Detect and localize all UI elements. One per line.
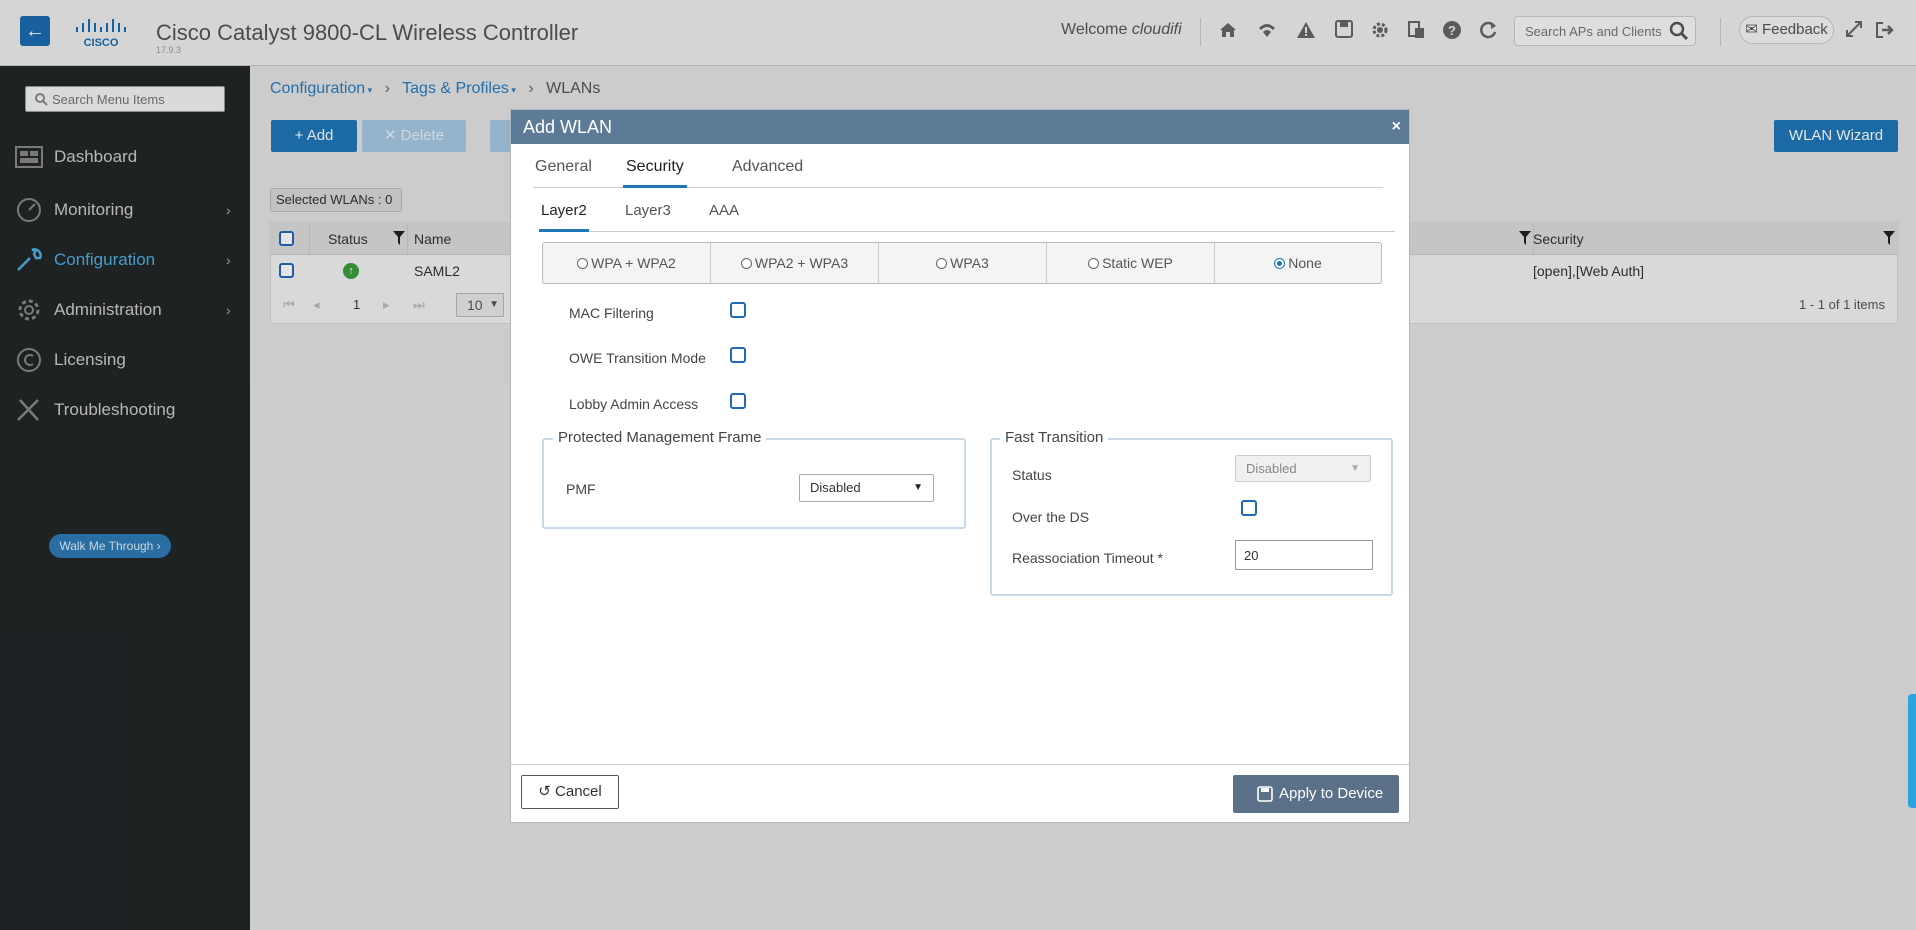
subtab-layer2[interactable]: Layer2: [539, 202, 589, 232]
cancel-button[interactable]: ↺ Cancel: [521, 775, 619, 809]
apply-to-device-button[interactable]: Apply to Device: [1233, 775, 1399, 813]
radio-button[interactable]: [1088, 258, 1100, 269]
add-wlan-dialog: Add WLAN × General Security Advanced Lay…: [510, 109, 1410, 823]
radio-wpa-wpa2[interactable]: WPA + WPA2: [543, 243, 711, 283]
reassoc-timeout-label: Reassociation Timeout *: [1012, 550, 1163, 566]
close-icon[interactable]: ×: [1392, 110, 1401, 144]
radio-label: WPA2 + WPA3: [754, 255, 849, 271]
radio-button-selected[interactable]: [1274, 258, 1286, 269]
tab-security[interactable]: Security: [623, 158, 687, 188]
radio-button[interactable]: [740, 258, 752, 269]
fast-transition-fieldset: Fast Transition Status Disabled ▼ Over t…: [990, 429, 1393, 596]
tab-advanced[interactable]: Advanced: [732, 158, 803, 188]
radio-wpa2-wpa3[interactable]: WPA2 + WPA3: [711, 243, 879, 283]
cancel-label: Cancel: [555, 783, 602, 800]
radio-wpa3[interactable]: WPA3: [879, 243, 1047, 283]
mac-filtering-checkbox[interactable]: [730, 302, 746, 318]
radio-label: Static WEP: [1102, 255, 1173, 271]
save-icon: [1257, 786, 1273, 802]
tab-general[interactable]: General: [535, 158, 592, 188]
ft-status-select[interactable]: Disabled ▼: [1235, 455, 1371, 482]
radio-static-wep[interactable]: Static WEP: [1047, 243, 1215, 283]
radio-label: WPA + WPA2: [591, 255, 676, 271]
undo-icon: ↺: [538, 783, 551, 800]
pmf-select[interactable]: Disabled ▼: [799, 474, 934, 502]
radio-label: WPA3: [950, 255, 989, 271]
dialog-footer: ↺ Cancel Apply to Device: [511, 764, 1409, 822]
dialog-title-text: Add WLAN: [523, 117, 613, 137]
caret-down-icon: ▼: [913, 482, 923, 493]
owe-transition-checkbox[interactable]: [730, 347, 746, 363]
radio-button[interactable]: [577, 258, 589, 269]
lobby-admin-label: Lobby Admin Access: [569, 396, 699, 412]
fast-transition-legend: Fast Transition: [1000, 429, 1109, 446]
subtab-aaa[interactable]: AAA: [709, 202, 739, 232]
mac-filtering-label: MAC Filtering: [569, 305, 654, 321]
pmf-legend: Protected Management Frame: [553, 429, 767, 446]
dialog-title: Add WLAN ×: [511, 110, 1409, 144]
dialog-tabs: General Security Advanced: [533, 158, 1383, 188]
ft-status-value: Disabled: [1246, 461, 1297, 476]
over-the-ds-label: Over the DS: [1012, 509, 1090, 525]
ft-status-label: Status: [1012, 467, 1052, 483]
owe-transition-label: OWE Transition Mode: [569, 350, 706, 366]
apply-label: Apply to Device: [1279, 785, 1384, 802]
caret-down-icon: ▼: [1350, 463, 1360, 474]
side-panel-handle[interactable]: [1908, 694, 1916, 808]
radio-none[interactable]: None: [1215, 243, 1381, 283]
radio-label: None: [1288, 255, 1322, 271]
reassoc-timeout-input[interactable]: [1235, 540, 1373, 570]
pmf-value: Disabled: [810, 480, 861, 495]
pmf-fieldset: Protected Management Frame PMF Disabled …: [542, 429, 966, 529]
lobby-admin-checkbox[interactable]: [730, 393, 746, 409]
radio-button[interactable]: [936, 258, 948, 269]
over-the-ds-checkbox[interactable]: [1241, 500, 1257, 516]
subtab-layer3[interactable]: Layer3: [625, 202, 671, 232]
security-subtabs: Layer2 Layer3 AAA: [539, 202, 1395, 232]
layer2-security-mode-group: WPA + WPA2 WPA2 + WPA3 WPA3 Static WEP N…: [542, 242, 1382, 284]
pmf-label: PMF: [566, 481, 596, 497]
